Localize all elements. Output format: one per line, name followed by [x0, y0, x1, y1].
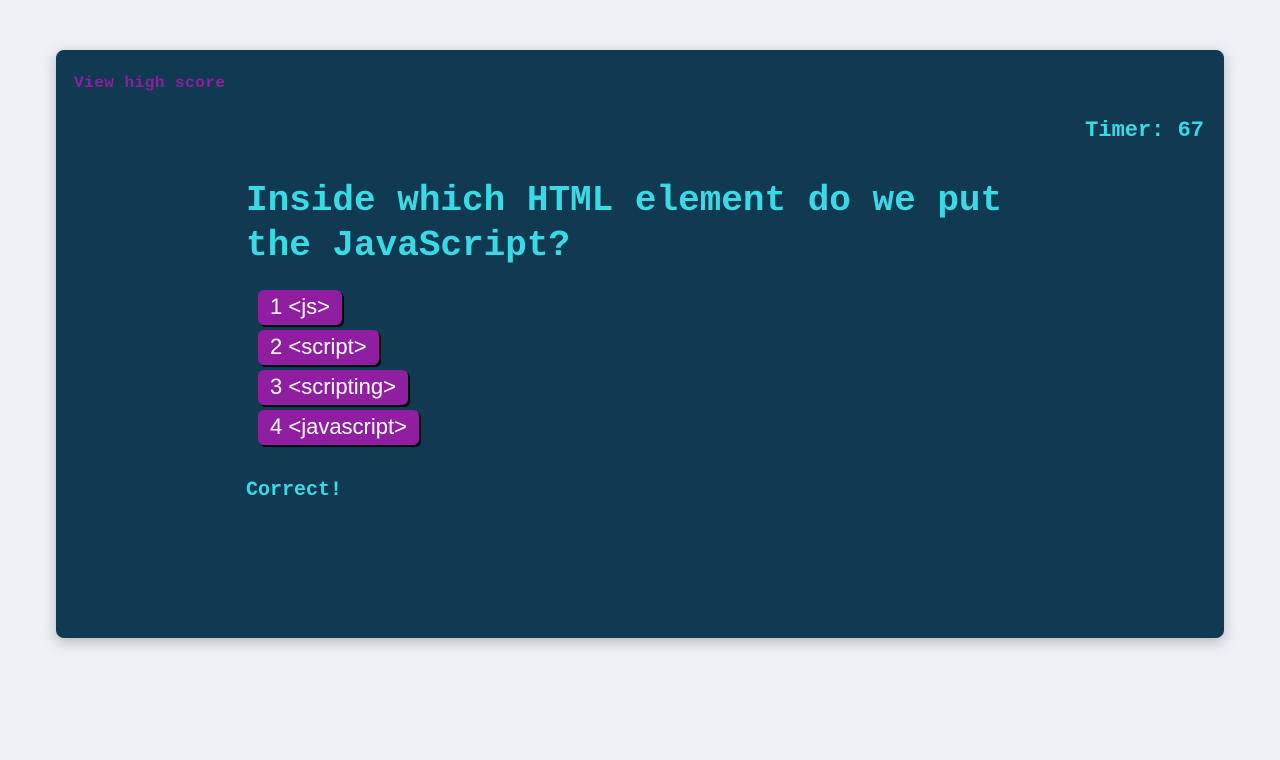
- answers-list: 1 <js> 2 <script> 3 <scripting> 4 <javas…: [258, 290, 1036, 445]
- answer-option-1[interactable]: 1 <js>: [258, 290, 342, 325]
- answer-option-2[interactable]: 2 <script>: [258, 330, 379, 365]
- quiz-card: View high score Timer: 67 Inside which H…: [56, 50, 1224, 638]
- feedback-text: Correct!: [246, 479, 1036, 502]
- timer-value: 67: [1178, 118, 1204, 143]
- answer-option-4[interactable]: 4 <javascript>: [258, 410, 419, 445]
- view-high-score-link[interactable]: View high score: [74, 74, 226, 92]
- timer-display: Timer: 67: [1085, 118, 1204, 143]
- answer-option-3[interactable]: 3 <scripting>: [258, 370, 408, 405]
- question-text: Inside which HTML element do we put the …: [246, 178, 1036, 268]
- timer-label: Timer:: [1085, 118, 1177, 143]
- quiz-content: Inside which HTML element do we put the …: [246, 178, 1036, 502]
